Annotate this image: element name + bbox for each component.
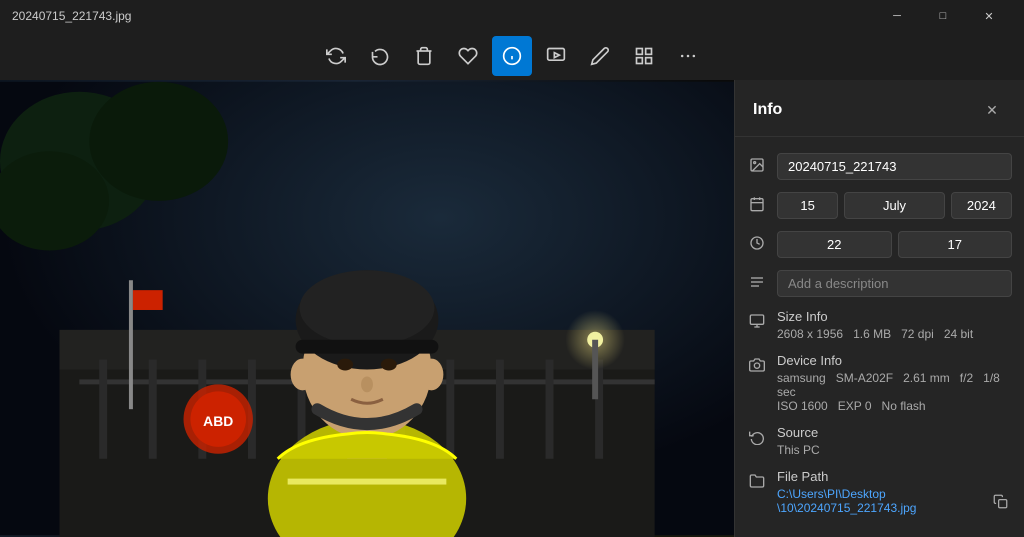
svg-text:ABD: ABD [203, 413, 233, 429]
device-iso: ISO 1600 [777, 399, 828, 413]
source-label: Source [777, 425, 1012, 440]
device-line1: samsung SM-A202F 2.61 mm f/2 1/8 sec [777, 371, 1012, 399]
description-icon [747, 272, 767, 292]
minute-field[interactable]: 17 [898, 231, 1013, 258]
description-field[interactable]: Add a description [777, 270, 1012, 297]
size-content: Size Info 2608 x 1956 1.6 MB 72 dpi 24 b… [777, 309, 1012, 341]
main-content: ABD [0, 80, 1024, 537]
device-focal: 2.61 mm [903, 371, 950, 385]
filename-icon [747, 155, 767, 175]
source-content: Source This PC [777, 425, 1012, 457]
info-panel-title: Info [753, 101, 782, 119]
date-fields: 15 July 2024 [777, 192, 1012, 219]
title-bar: 20240715_221743.jpg ─ □ ✕ [0, 0, 1024, 32]
year-field[interactable]: 2024 [951, 192, 1012, 219]
copy-path-button[interactable] [988, 489, 1012, 513]
device-brand: samsung [777, 371, 826, 385]
dpi: 72 dpi [901, 327, 934, 341]
title-bar-controls: ─ □ ✕ [874, 0, 1012, 32]
device-model: SM-A202F [836, 371, 893, 385]
device-line2: ISO 1600 EXP 0 No flash [777, 399, 1012, 413]
dimensions: 2608 x 1956 [777, 327, 843, 341]
time-content: 22 17 [777, 231, 1012, 258]
device-info-row: Device Info samsung SM-A202F 2.61 mm f/2… [735, 347, 1024, 419]
size-label: Size Info [777, 309, 1012, 324]
source-value: This PC [777, 443, 1012, 457]
info-panel-header: Info ✕ [735, 80, 1024, 137]
day-field[interactable]: 15 [777, 192, 838, 219]
bit-depth: 24 bit [944, 327, 973, 341]
file-size: 1.6 MB [853, 327, 891, 341]
info-panel: Info ✕ 20240715_221743 [734, 80, 1024, 537]
slideshow-button[interactable] [536, 36, 576, 76]
device-icon [747, 355, 767, 375]
device-aperture: f/2 [960, 371, 973, 385]
filepath-link[interactable]: C:\Users\PI\Desktop\10\20240715_221743.j… [777, 487, 916, 515]
info-close-button[interactable]: ✕ [978, 96, 1006, 124]
filepath-content: File Path C:\Users\PI\Desktop\10\2024071… [777, 469, 1012, 515]
undo-button[interactable] [360, 36, 400, 76]
filename-content: 20240715_221743 [777, 153, 1012, 180]
time-row: 22 17 [735, 225, 1024, 264]
window-title: 20240715_221743.jpg [12, 9, 131, 23]
view-button[interactable] [624, 36, 664, 76]
time-fields: 22 17 [777, 231, 1012, 258]
hour-field[interactable]: 22 [777, 231, 892, 258]
filepath-label: File Path [777, 469, 1012, 484]
description-row: Add a description [735, 264, 1024, 303]
date-row: 15 July 2024 [735, 186, 1024, 225]
filepath-icon [747, 471, 767, 491]
size-value: 2608 x 1956 1.6 MB 72 dpi 24 bit [777, 327, 1012, 341]
date-icon [747, 194, 767, 214]
filepath-row: File Path C:\Users\PI\Desktop\10\2024071… [735, 463, 1024, 521]
date-content: 15 July 2024 [777, 192, 1012, 219]
image-area: ABD [0, 80, 734, 537]
month-field[interactable]: July [844, 192, 945, 219]
filename-row: 20240715_221743 [735, 147, 1024, 186]
toolbar [0, 32, 1024, 80]
filepath-path-row: C:\Users\PI\Desktop\10\20240715_221743.j… [777, 487, 1012, 515]
source-icon [747, 427, 767, 447]
device-flash: No flash [882, 399, 926, 413]
more-button[interactable] [668, 36, 708, 76]
minimize-button[interactable]: ─ [874, 0, 920, 32]
crop-button[interactable] [580, 36, 620, 76]
description-content: Add a description [777, 270, 1012, 297]
photo-display: ABD [0, 80, 734, 537]
device-label: Device Info [777, 353, 1012, 368]
title-bar-left: 20240715_221743.jpg [12, 9, 131, 23]
filename-field[interactable]: 20240715_221743 [777, 153, 1012, 180]
info-button[interactable] [492, 36, 532, 76]
maximize-button[interactable]: □ [920, 0, 966, 32]
device-content: Device Info samsung SM-A202F 2.61 mm f/2… [777, 353, 1012, 413]
close-window-button[interactable]: ✕ [966, 0, 1012, 32]
size-info-row: Size Info 2608 x 1956 1.6 MB 72 dpi 24 b… [735, 303, 1024, 347]
delete-button[interactable] [404, 36, 444, 76]
device-exposure: EXP 0 [838, 399, 872, 413]
size-icon [747, 311, 767, 331]
favorite-button[interactable] [448, 36, 488, 76]
time-icon [747, 233, 767, 253]
source-row: Source This PC [735, 419, 1024, 463]
rotate-button[interactable] [316, 36, 356, 76]
info-body: 20240715_221743 15 July 2024 [735, 137, 1024, 531]
